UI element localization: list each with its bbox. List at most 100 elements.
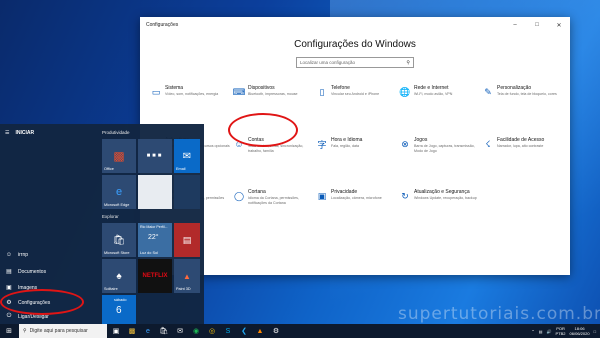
tile-solitaire[interactable]: ♠ Solitaire <box>102 259 136 293</box>
task-view-icon[interactable]: ▣ <box>109 324 123 338</box>
accessibility-icon: ☇ <box>485 138 491 149</box>
tile-label: Solitaire <box>104 287 118 291</box>
category-rede[interactable]: 🌐 Rede e Internet Wi-Fi, modo avião, VPN <box>399 85 482 119</box>
minimize-button[interactable]: – <box>504 17 526 33</box>
category-sistema[interactable]: ▭ Sistema Vídeo, som, notificações, energ… <box>150 85 233 119</box>
netflix-logo: NETFLIX <box>142 273 168 279</box>
clock-date: 06/06/2020 <box>569 331 590 336</box>
settings-taskbar-icon[interactable]: ⚙ <box>269 324 283 338</box>
category-jogos[interactable]: ⊗ Jogos Barra de Jogo, capturas, transmis… <box>399 137 482 171</box>
category-name: Facilidade de Acesso <box>497 137 545 143</box>
category-name: Dispositivos <box>248 85 275 91</box>
category-name: Jogos <box>414 137 428 143</box>
category-desc: Barra de Jogo, capturas, transmissão, Mo… <box>414 144 475 153</box>
search-icon: ⚲ <box>23 328 27 334</box>
category-personalizacao[interactable]: ✎ Personalização Tela de fundo, tela de b… <box>482 85 565 119</box>
tile-photos[interactable] <box>138 175 172 209</box>
system-tray: ⌃ ▤ 🔊 POR PTB2 18:06 06/06/2020 □ <box>531 324 596 338</box>
windows-start-icon[interactable]: ⊞ <box>2 324 16 338</box>
start-menu: ☰ INICIAR ☺ irrnp ▤ Documentos ▣ Imagens… <box>0 124 204 324</box>
taskbar-search-input[interactable]: ⚲ Digite aqui para pesquisar <box>19 324 107 338</box>
tile-blank[interactable] <box>174 175 200 209</box>
category-contas[interactable]: ☺ Contas Suas contas, email, sincronizaçã… <box>233 137 316 171</box>
category-name: Privacidade <box>331 189 358 195</box>
tile-edge[interactable]: e Microsoft Edge <box>102 175 136 209</box>
category-name: Telefone <box>331 85 350 91</box>
category-cortana[interactable]: ◯ Cortana Idioma da Cortana, permissões, … <box>233 189 316 223</box>
category-atualizacao[interactable]: ↻ Atualização e Segurança Windows Update,… <box>399 189 482 223</box>
notification-icon[interactable]: □ <box>594 329 596 334</box>
language-indicator[interactable]: POR PTB2 <box>556 326 566 336</box>
code-icon[interactable]: ❮ <box>237 324 251 338</box>
settings-search-input[interactable]: Localizar uma configuração ⚲ <box>296 57 414 68</box>
category-desc: Bluetooth, impressoras, mouse <box>248 92 298 96</box>
clock[interactable]: 18:06 06/06/2020 <box>570 326 590 336</box>
spotify-icon[interactable]: ◉ <box>189 324 203 338</box>
settings-titlebar: Configurações – □ ✕ <box>140 17 570 33</box>
skype-icon[interactable]: S <box>221 324 235 338</box>
news-icon: ▤ <box>182 234 192 245</box>
tile-email[interactable]: ✉ Email <box>174 139 200 173</box>
tile-netflix[interactable]: NETFLIX <box>138 259 172 293</box>
start-header[interactable]: ☰ INICIAR <box>0 124 98 136</box>
calendar-day: sábado <box>114 298 127 302</box>
category-privacidade[interactable]: ▣ Privacidade Localização, câmera, microf… <box>316 189 399 223</box>
rail-item-power[interactable]: ⏻ Ligar/Desligar <box>5 313 49 320</box>
chrome-icon[interactable]: ◎ <box>205 324 219 338</box>
maximize-button[interactable]: □ <box>526 17 548 33</box>
file-explorer-icon[interactable]: ▩ <box>125 324 139 338</box>
category-desc: Tela de fundo, tela de bloqueio, cores <box>497 92 557 96</box>
category-desc: Fala, região, data <box>331 144 359 148</box>
category-desc: Localização, câmera, microfone <box>331 196 382 200</box>
category-telefone[interactable]: ▯ Telefone Vincular seu Android e iPhone <box>316 85 399 119</box>
start-rail: ☰ INICIAR ☺ irrnp ▤ Documentos ▣ Imagens… <box>0 124 98 324</box>
category-dispositivos[interactable]: ⌨ Dispositivos Bluetooth, impressoras, mo… <box>233 85 316 119</box>
category-desc: Windows Update, recuperação, backup <box>414 196 477 200</box>
search-placeholder: Localizar uma configuração <box>300 60 356 65</box>
rail-item-imagens[interactable]: ▣ Imagens <box>5 284 37 292</box>
rail-item-label: Documentos <box>18 268 47 275</box>
category-name: Hora e Idioma <box>331 137 363 143</box>
category-hora-idioma[interactable]: 字 Hora e Idioma Fala, região, data <box>316 137 399 171</box>
store-taskbar-icon[interactable]: 🛍 <box>157 324 171 338</box>
rail-item-user[interactable]: ☺ irrnp <box>5 252 28 258</box>
network-icon[interactable]: ▤ <box>539 329 543 334</box>
document-icon: ▤ <box>6 269 12 275</box>
vlc-icon[interactable]: ▲ <box>253 324 267 338</box>
rail-item-documentos[interactable]: ▤ Documentos <box>5 268 47 276</box>
tile-news[interactable]: ▤ <box>174 223 200 257</box>
xbox-icon: ⊗ <box>401 138 409 149</box>
category-facilidade-acesso[interactable]: ☇ Facilidade de Acesso Narrador, lupa, al… <box>482 137 565 171</box>
gear-icon: ⚙ <box>6 300 12 306</box>
category-name: Rede e Internet <box>414 85 449 91</box>
tile-paint3d[interactable]: ▲ Paint 3D <box>174 259 200 293</box>
tile-office-apps[interactable]: ■■■ <box>138 139 172 173</box>
tile-office[interactable]: ▩ Office <box>102 139 136 173</box>
rail-item-label: irrnp <box>18 252 29 258</box>
watermark-text: supertutoriais.com.br <box>398 304 600 324</box>
hamburger-icon: ☰ <box>5 130 10 136</box>
mail-taskbar-icon[interactable]: ✉ <box>173 324 187 338</box>
rail-item-configuracoes[interactable]: ⚙ Configurações <box>5 299 50 307</box>
power-icon: ⏻ <box>6 313 12 319</box>
weather-place: Rio Maior Perfil... <box>140 225 168 229</box>
close-button[interactable]: ✕ <box>548 17 570 33</box>
edge-taskbar-icon[interactable]: e <box>141 324 155 338</box>
volume-icon[interactable]: 🔊 <box>547 329 552 334</box>
chevron-up-icon[interactable]: ⌃ <box>531 329 534 334</box>
image-icon: ▣ <box>6 285 12 291</box>
tile-label: Microsoft Edge <box>104 203 130 207</box>
settings-window: Configurações – □ ✕ Configurações do Win… <box>140 17 570 275</box>
globe-icon: 🌐 <box>399 86 411 97</box>
weather-cond: Luz do Sol <box>140 251 158 255</box>
tile-label: Paint 3D <box>176 287 191 291</box>
tile-store[interactable]: 🛍 Microsoft Store <box>102 223 136 257</box>
search-icon: ⚲ <box>406 59 410 66</box>
lock-icon: ▣ <box>317 190 327 201</box>
category-name: Contas <box>248 137 264 143</box>
tile-calendar[interactable]: sábado 6 <box>102 295 136 324</box>
tile-weather[interactable]: Rio Maior Perfil... 22° Luz do Sol <box>138 223 172 257</box>
start-header-label: INICIAR <box>15 130 35 136</box>
category-name: Cortana <box>248 189 266 195</box>
category-desc: Suas contas, email, sincronização, traba… <box>248 144 304 153</box>
